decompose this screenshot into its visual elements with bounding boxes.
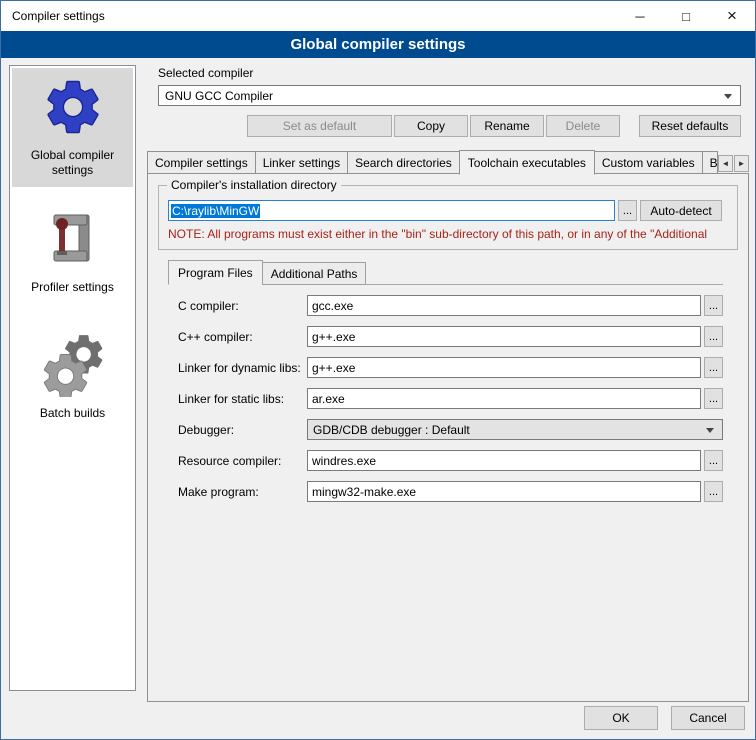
dynamic-linker-input[interactable] xyxy=(307,357,701,378)
tab-toolchain-executables[interactable]: Toolchain executables xyxy=(459,150,595,175)
set-as-default-button[interactable]: Set as default xyxy=(247,115,392,137)
install-dir-input[interactable]: C:\raylib\MinGW xyxy=(168,200,615,221)
debugger-select[interactable]: GDB/CDB debugger : Default xyxy=(307,419,723,440)
main-content: Selected compiler GNU GCC Compiler Set a… xyxy=(147,58,749,702)
installation-directory-group: Compiler's installation directory C:\ray… xyxy=(158,185,738,250)
compiler-buttons-row: Set as default Copy Rename Delete Reset … xyxy=(158,115,741,137)
compiler-combobox-value: GNU GCC Compiler xyxy=(165,89,273,103)
bin-subdirectory-note: NOTE: All programs must exist either in … xyxy=(168,227,722,241)
field-label: Linker for static libs: xyxy=(168,392,307,406)
form-row-debugger: Debugger: GDB/CDB debugger : Default xyxy=(168,419,723,440)
form-row-cpp-compiler: C++ compiler: ... xyxy=(168,326,723,347)
dynamic-linker-browse-button[interactable]: ... xyxy=(704,357,723,378)
settings-tabstrip: Compiler settings Linker settings Search… xyxy=(147,150,749,174)
reset-defaults-button[interactable]: Reset defaults xyxy=(639,115,741,137)
delete-button[interactable]: Delete xyxy=(546,115,620,137)
form-row-resource-compiler: Resource compiler: ... xyxy=(168,450,723,471)
compiler-settings-window: Compiler settings ─ □ × Global compiler … xyxy=(0,0,756,740)
toolchain-executables-panel: Compiler's installation directory C:\ray… xyxy=(147,173,749,702)
c-compiler-browse-button[interactable]: ... xyxy=(704,295,723,316)
close-icon: × xyxy=(727,6,737,26)
tab-compiler-settings[interactable]: Compiler settings xyxy=(147,151,256,174)
minimize-button[interactable]: ─ xyxy=(617,1,663,31)
static-linker-browse-button[interactable]: ... xyxy=(704,388,723,409)
install-dir-selected-text: C:\raylib\MinGW xyxy=(171,204,260,218)
sidebar-item-profiler-settings[interactable]: Profiler settings xyxy=(12,200,133,304)
program-files-form: C compiler: ... C++ compiler: ... Linker… xyxy=(168,295,723,502)
chevron-down-icon xyxy=(724,94,732,99)
field-label: Make program: xyxy=(168,485,307,499)
arrow-left-icon: ◄ xyxy=(722,159,730,168)
sidebar-item-batch-builds[interactable]: Batch builds xyxy=(12,326,133,430)
field-label: Resource compiler: xyxy=(168,454,307,468)
page-title: Global compiler settings xyxy=(1,31,755,58)
copy-button[interactable]: Copy xyxy=(394,115,468,137)
resource-compiler-browse-button[interactable]: ... xyxy=(704,450,723,471)
installation-directory-group-title: Compiler's installation directory xyxy=(167,178,341,192)
subtab-additional-paths[interactable]: Additional Paths xyxy=(262,262,367,285)
form-row-c-compiler: C compiler: ... xyxy=(168,295,723,316)
field-label: C++ compiler: xyxy=(168,330,307,344)
tab-custom-variables[interactable]: Custom variables xyxy=(594,151,703,174)
ok-button[interactable]: OK xyxy=(584,706,658,730)
field-label: Debugger: xyxy=(168,423,307,437)
sidebar-item-label: Batch builds xyxy=(40,406,105,421)
form-row-static-linker: Linker for static libs: ... xyxy=(168,388,723,409)
make-program-input[interactable] xyxy=(307,481,701,502)
rename-button[interactable]: Rename xyxy=(470,115,544,137)
gear-blue-icon xyxy=(41,75,105,139)
tab-scroll-left-button[interactable]: ◄ xyxy=(718,155,733,172)
c-compiler-input[interactable] xyxy=(307,295,701,316)
dialog-body: Global compiler settings Profiler settin… xyxy=(1,58,755,739)
titlebar: Compiler settings ─ □ × xyxy=(1,1,755,31)
installation-directory-row: C:\raylib\MinGW ... Auto-detect xyxy=(168,200,722,221)
compiler-combobox[interactable]: GNU GCC Compiler xyxy=(158,85,741,106)
tab-build-options[interactable]: Buil xyxy=(702,151,718,174)
arrow-right-icon: ► xyxy=(738,159,746,168)
form-row-make-program: Make program: ... xyxy=(168,481,723,502)
sidebar-item-label: Profiler settings xyxy=(31,280,114,295)
field-label: C compiler: xyxy=(168,299,307,313)
tab-scroll-arrows: ◄ ► xyxy=(718,155,749,172)
window-controls: ─ □ × xyxy=(617,1,755,31)
field-label: Linker for dynamic libs: xyxy=(168,361,307,375)
settings-category-list: Global compiler settings Profiler settin… xyxy=(9,65,136,691)
form-row-dynamic-linker: Linker for dynamic libs: ... xyxy=(168,357,723,378)
sidebar-item-label: Global compiler settings xyxy=(14,148,131,178)
cpp-compiler-browse-button[interactable]: ... xyxy=(704,326,723,347)
maximize-icon: □ xyxy=(682,9,690,24)
tab-search-directories[interactable]: Search directories xyxy=(347,151,460,174)
chevron-down-icon xyxy=(706,428,714,433)
programs-subtabstrip: Program Files Additional Paths xyxy=(168,260,723,285)
gears-gray-icon xyxy=(41,333,105,397)
resource-compiler-input[interactable] xyxy=(307,450,701,471)
cpp-compiler-input[interactable] xyxy=(307,326,701,347)
auto-detect-button[interactable]: Auto-detect xyxy=(640,200,722,221)
debugger-select-value: GDB/CDB debugger : Default xyxy=(313,423,470,437)
selected-compiler-label: Selected compiler xyxy=(158,66,749,80)
sidebar-item-global-compiler-settings[interactable]: Global compiler settings xyxy=(12,68,133,187)
clamp-icon xyxy=(41,207,105,271)
tab-scroll-right-button[interactable]: ► xyxy=(734,155,749,172)
install-dir-browse-button[interactable]: ... xyxy=(618,200,637,221)
window-title: Compiler settings xyxy=(1,9,105,23)
static-linker-input[interactable] xyxy=(307,388,701,409)
subtab-program-files[interactable]: Program Files xyxy=(168,260,263,285)
make-program-browse-button[interactable]: ... xyxy=(704,481,723,502)
close-button[interactable]: × xyxy=(709,1,755,31)
tab-linker-settings[interactable]: Linker settings xyxy=(255,151,348,174)
minimize-icon: ─ xyxy=(635,9,644,24)
maximize-button[interactable]: □ xyxy=(663,1,709,31)
cancel-button[interactable]: Cancel xyxy=(671,706,745,730)
